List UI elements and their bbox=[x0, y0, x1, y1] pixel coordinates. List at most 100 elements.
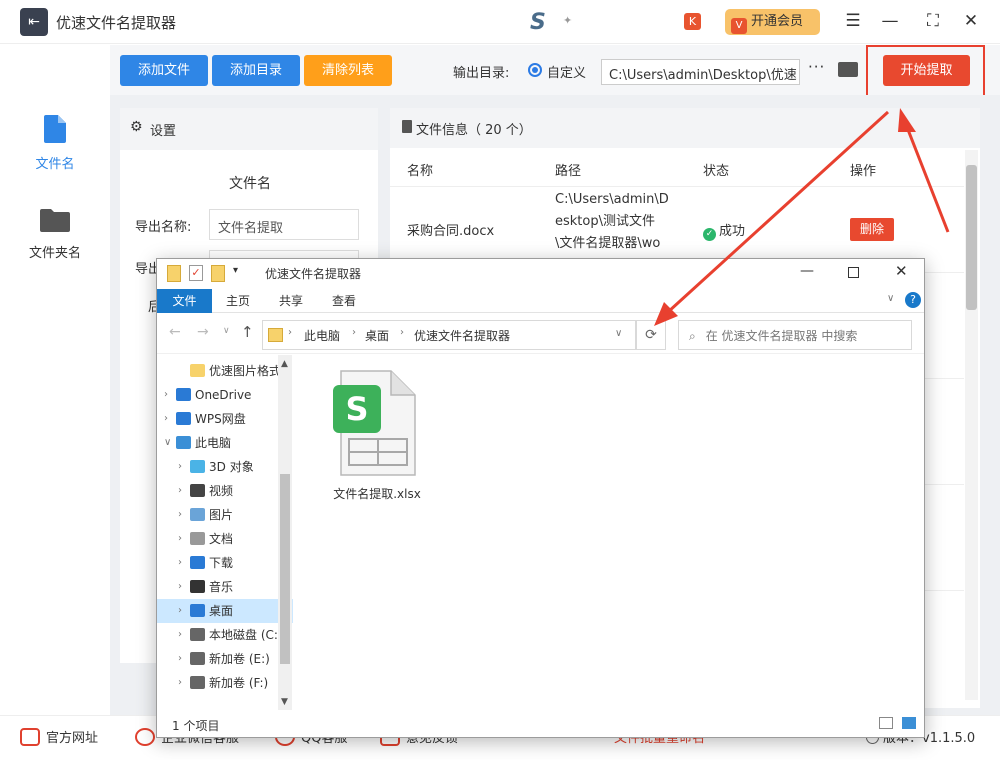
browse-folder-icon[interactable] bbox=[838, 62, 858, 77]
more-icon[interactable]: ··· bbox=[808, 58, 825, 76]
ex-close-icon[interactable]: ✕ bbox=[895, 262, 908, 280]
tree-item[interactable]: 优速图片格式 bbox=[157, 359, 293, 383]
file-icon bbox=[44, 115, 66, 143]
ex-maximize-icon[interactable] bbox=[848, 267, 859, 278]
tree-expand-icon[interactable]: › bbox=[178, 527, 182, 551]
nav-item-foldername[interactable]: 文件夹名 bbox=[10, 208, 100, 261]
start-extract-button[interactable]: 开始提取 bbox=[883, 55, 970, 86]
tree-item[interactable]: › 新加卷 (E:) bbox=[157, 647, 293, 671]
tab-share[interactable]: 共享 bbox=[279, 292, 303, 310]
tree-expand-icon[interactable]: › bbox=[178, 647, 182, 671]
output-path-input[interactable]: C:\Users\admin\Desktop\优速 bbox=[601, 59, 800, 85]
search-input[interactable]: ⌕ 在 优速文件名提取器 中搜索 bbox=[678, 320, 912, 350]
tree-item[interactable]: › 桌面 bbox=[157, 599, 293, 623]
tree-expand-icon[interactable]: › bbox=[178, 599, 182, 623]
vip-icon: V bbox=[731, 18, 747, 34]
menu-icon[interactable]: ☰ bbox=[842, 10, 864, 32]
tree-item[interactable]: › 音乐 bbox=[157, 575, 293, 599]
tree-item[interactable]: › 视频 bbox=[157, 479, 293, 503]
minimize-icon[interactable]: — bbox=[879, 10, 901, 32]
chevron-icon: › bbox=[400, 327, 404, 338]
music-icon bbox=[190, 580, 205, 593]
settings-title: 设置 bbox=[150, 124, 177, 139]
brand-s-icon: S bbox=[530, 10, 546, 35]
scroll-down-icon[interactable]: ▼ bbox=[281, 697, 288, 707]
address-bar[interactable]: › 此电脑 › 桌面 › 优速文件名提取器 ∨ bbox=[262, 320, 636, 350]
tree-item-label: OneDrive bbox=[195, 388, 252, 402]
tree-item-label: 文档 bbox=[209, 532, 234, 546]
ex-minimize-icon[interactable]: — bbox=[800, 263, 814, 279]
tab-home[interactable]: 主页 bbox=[226, 292, 250, 310]
help-icon[interactable]: ? bbox=[905, 292, 921, 308]
tree-item-label: 音乐 bbox=[209, 580, 234, 594]
version-value: v1.1.5.0 bbox=[922, 731, 976, 746]
forward-icon[interactable]: → bbox=[197, 324, 209, 340]
add-file-button[interactable]: 添加文件 bbox=[120, 55, 208, 86]
tree-item[interactable]: › OneDrive bbox=[157, 383, 293, 407]
drive-icon bbox=[190, 628, 205, 641]
tree-item[interactable]: › 新加卷 (F:) bbox=[157, 671, 293, 695]
tree-item[interactable]: › 图片 bbox=[157, 503, 293, 527]
success-icon: ✓ bbox=[703, 228, 716, 241]
path-line: C:\Users\admin\D bbox=[555, 192, 669, 207]
nav-label: 文件夹名 bbox=[28, 246, 81, 261]
tree-item[interactable]: › WPS网盘 bbox=[157, 407, 293, 431]
delete-button[interactable]: 删除 bbox=[850, 218, 894, 241]
back-icon[interactable]: ← bbox=[169, 324, 181, 340]
folder-icon bbox=[268, 328, 283, 342]
tree-expand-icon[interactable]: › bbox=[164, 383, 168, 407]
scroll-up-icon[interactable]: ▲ bbox=[281, 359, 288, 369]
tree-item[interactable]: ∨ 此电脑 bbox=[157, 431, 293, 455]
tree-expand-icon[interactable]: › bbox=[178, 575, 182, 599]
table-scroll-thumb[interactable] bbox=[966, 165, 977, 310]
ribbon-expand-icon[interactable]: ∨ bbox=[887, 293, 894, 304]
custom-radio[interactable] bbox=[528, 63, 542, 77]
xlsx-file[interactable]: S bbox=[333, 369, 423, 479]
tree-item[interactable]: › 文档 bbox=[157, 527, 293, 551]
explorer-nav-bar: ← → ∨ ↑ › 此电脑 › 桌面 › 优速文件名提取器 ∨ ⟳ ⌕ 在 优速文… bbox=[157, 314, 924, 354]
tree-expand-icon[interactable]: › bbox=[178, 551, 182, 575]
properties-icon[interactable]: ✓ bbox=[189, 265, 203, 281]
clear-list-button[interactable]: 清除列表 bbox=[304, 55, 392, 86]
app-title: 优速文件名提取器 bbox=[56, 14, 177, 32]
tree-item[interactable]: › 3D 对象 bbox=[157, 455, 293, 479]
file-info-title: 文件信息（ 20 个） bbox=[416, 123, 532, 138]
tree-expand-icon[interactable]: › bbox=[164, 407, 168, 431]
tree-expand-icon[interactable]: › bbox=[178, 503, 182, 527]
refresh-icon[interactable]: ⟳ bbox=[636, 320, 666, 350]
close-icon[interactable]: ✕ bbox=[960, 10, 982, 32]
new-folder-icon[interactable] bbox=[211, 265, 225, 282]
status-text: 成功 bbox=[719, 224, 746, 239]
recent-icon[interactable]: ∨ bbox=[223, 326, 230, 336]
tree-expand-icon[interactable]: › bbox=[178, 455, 182, 479]
crumb-this-pc[interactable]: 此电脑 bbox=[304, 327, 340, 344]
tab-view[interactable]: 查看 bbox=[332, 292, 356, 310]
tree-scroll-thumb[interactable] bbox=[280, 474, 290, 664]
export-name-input[interactable]: 文件名提取 bbox=[209, 209, 359, 240]
col-name: 名称 bbox=[407, 164, 434, 179]
crumb-desktop[interactable]: 桌面 bbox=[365, 327, 389, 344]
vip-button[interactable]: V 开通会员 bbox=[725, 9, 820, 35]
tree-expand-icon[interactable]: › bbox=[178, 623, 182, 647]
address-dropdown-icon[interactable]: ∨ bbox=[615, 328, 622, 339]
up-icon[interactable]: ↑ bbox=[241, 323, 254, 341]
picture-icon bbox=[190, 508, 205, 521]
details-view-icon[interactable] bbox=[879, 717, 893, 729]
tree-item[interactable]: › 下载 bbox=[157, 551, 293, 575]
official-site-link[interactable]: 官方网址 bbox=[20, 727, 98, 746]
maximize-icon[interactable]: ⛶ bbox=[922, 10, 944, 32]
search-icon: ⌕ bbox=[689, 329, 696, 343]
tree-item[interactable]: › 本地磁盘 (C: bbox=[157, 623, 293, 647]
tree-expand-icon[interactable]: › bbox=[178, 671, 182, 695]
tiles-view-icon[interactable] bbox=[902, 717, 916, 729]
tree-expand-icon[interactable]: ∨ bbox=[164, 431, 171, 455]
add-dir-button[interactable]: 添加目录 bbox=[212, 55, 300, 86]
chevron-icon: › bbox=[352, 327, 356, 338]
nav-item-filename[interactable]: 文件名 bbox=[10, 115, 100, 172]
customize-toolbar-icon[interactable]: ▾ bbox=[233, 265, 238, 276]
tree-expand-icon[interactable]: › bbox=[178, 479, 182, 503]
drive-icon bbox=[190, 652, 205, 665]
tab-file[interactable]: 文件 bbox=[157, 289, 212, 313]
crumb-folder[interactable]: 优速文件名提取器 bbox=[414, 327, 510, 344]
k-badge-icon[interactable]: K bbox=[684, 13, 701, 30]
